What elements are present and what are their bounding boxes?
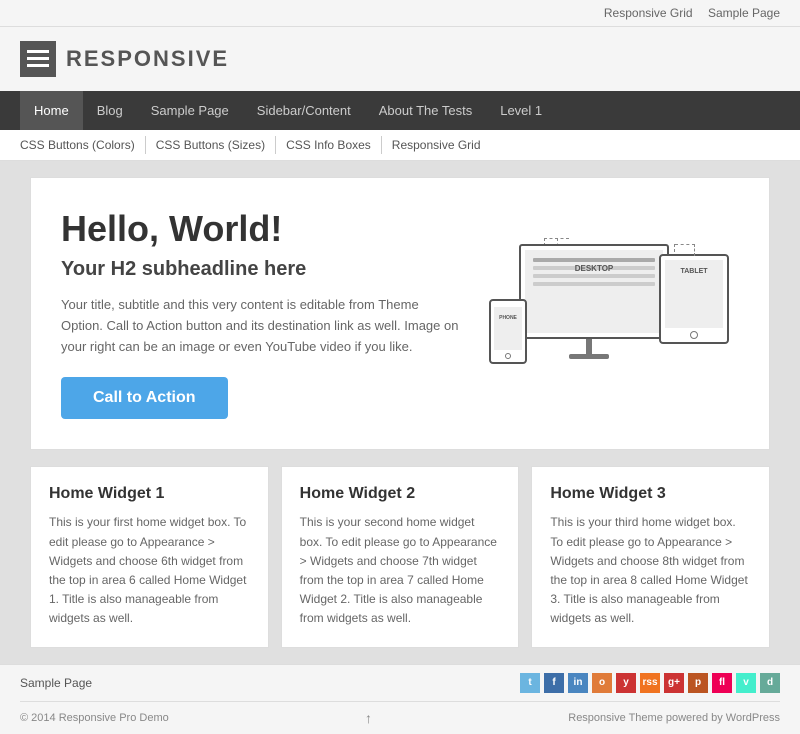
nav-blog[interactable]: Blog <box>83 91 137 130</box>
social-facebook[interactable]: f <box>544 673 564 693</box>
phone-screen: PHONE <box>494 307 522 350</box>
monitor-label: DESKTOP <box>525 264 663 273</box>
widget-1-body: This is your first home widget box. To e… <box>49 513 250 628</box>
hero-title: Hello, World! <box>61 208 459 250</box>
monitor-body: DESKTOP <box>519 244 669 339</box>
widget-2: Home Widget 2 This is your second home w… <box>281 466 520 647</box>
screen-line <box>533 282 655 286</box>
social-linkedin[interactable]: in <box>568 673 588 693</box>
widget-3: Home Widget 3 This is your third home wi… <box>531 466 770 647</box>
social-gplus[interactable]: g+ <box>664 673 684 693</box>
sub-nav-css-info-boxes[interactable]: CSS Info Boxes <box>276 136 382 154</box>
cta-button[interactable]: Call to Action <box>61 377 228 419</box>
main-nav: Home Blog Sample Page Sidebar/Content Ab… <box>0 91 800 130</box>
widgets-section: Home Widget 1 This is your first home wi… <box>30 466 770 647</box>
social-icons: t f in o y rss g+ p fl v d <box>520 673 780 693</box>
nav-sidebar[interactable]: Sidebar/Content <box>243 91 365 130</box>
social-openid[interactable]: o <box>592 673 612 693</box>
monitor-screen: DESKTOP <box>525 250 663 333</box>
social-deviantart[interactable]: d <box>760 673 780 693</box>
widget-2-body: This is your second home widget box. To … <box>300 513 501 628</box>
widget-1: Home Widget 1 This is your first home wi… <box>30 466 269 647</box>
nav-home[interactable]: Home <box>20 91 83 130</box>
hero-body: Your title, subtitle and this very conte… <box>61 295 459 357</box>
phone-button <box>505 353 511 359</box>
phone-label: PHONE <box>494 315 522 321</box>
screen-line <box>533 274 655 278</box>
screen-line <box>533 258 655 262</box>
sub-nav-responsive-grid[interactable]: Responsive Grid <box>382 136 491 154</box>
arrow-tablet-1 <box>694 244 695 256</box>
tablet-label: TABLET <box>665 268 723 275</box>
tablet-screen: TABLET <box>665 260 723 328</box>
arrow-line-2 <box>544 238 569 239</box>
tablet-button <box>690 331 698 339</box>
widget-3-title: Home Widget 3 <box>550 485 751 503</box>
monitor-screen-lines <box>533 258 655 290</box>
sub-nav-css-buttons-sizes[interactable]: CSS Buttons (Sizes) <box>146 136 276 154</box>
hero-section: Hello, World! Your H2 subheadline here Y… <box>30 177 770 450</box>
footer-top: Sample Page t f in o y rss g+ p fl v d <box>20 665 780 702</box>
tablet-body: TABLET <box>659 254 729 344</box>
footer-copyright: © 2014 Responsive Pro Demo <box>20 712 169 724</box>
hero-subtitle: Your H2 subheadline here <box>61 258 459 281</box>
nav-level1[interactable]: Level 1 <box>486 91 556 130</box>
arrow-tablet-3 <box>674 244 675 252</box>
phone-body: PHONE <box>489 299 527 364</box>
content-wrapper: Hello, World! Your H2 subheadline here Y… <box>20 177 780 648</box>
top-bar: Responsive Grid Sample Page <box>0 0 800 27</box>
widget-1-title: Home Widget 1 <box>49 485 250 503</box>
monitor-base <box>569 354 609 359</box>
sub-nav-css-buttons-colors[interactable]: CSS Buttons (Colors) <box>20 136 146 154</box>
social-vimeo[interactable]: v <box>736 673 756 693</box>
sub-nav: CSS Buttons (Colors) CSS Buttons (Sizes)… <box>0 130 800 161</box>
footer-sample-page-link[interactable]: Sample Page <box>20 676 92 690</box>
topbar-link-sample[interactable]: Sample Page <box>708 6 780 20</box>
footer-bottom: © 2014 Responsive Pro Demo ↑ Responsive … <box>20 702 780 734</box>
social-rss[interactable]: rss <box>640 673 660 693</box>
nav-about[interactable]: About The Tests <box>365 91 486 130</box>
nav-sample-page[interactable]: Sample Page <box>137 91 243 130</box>
widget-2-title: Home Widget 2 <box>300 485 501 503</box>
footer: Sample Page t f in o y rss g+ p fl v d ©… <box>0 664 800 734</box>
topbar-link-grid[interactable]: Responsive Grid <box>604 6 693 20</box>
widget-3-body: This is your third home widget box. To e… <box>550 513 751 628</box>
social-twitter[interactable]: t <box>520 673 540 693</box>
logo-text: RESPONSIVE <box>66 46 229 72</box>
social-youtube[interactable]: y <box>616 673 636 693</box>
arrow-tablet-2 <box>675 244 695 245</box>
scroll-to-top-arrow[interactable]: ↑ <box>365 710 372 726</box>
header: RESPONSIVE <box>0 27 800 91</box>
device-illustration: DESKTOP TABLET PHONE <box>489 234 729 394</box>
hero-right: DESKTOP TABLET PHONE <box>479 234 739 394</box>
logo-icon <box>20 41 56 77</box>
social-pinterest[interactable]: p <box>688 673 708 693</box>
social-flickr[interactable]: fl <box>712 673 732 693</box>
footer-theme-credit: Responsive Theme powered by WordPress <box>568 712 780 724</box>
hero-left: Hello, World! Your H2 subheadline here Y… <box>61 208 479 419</box>
